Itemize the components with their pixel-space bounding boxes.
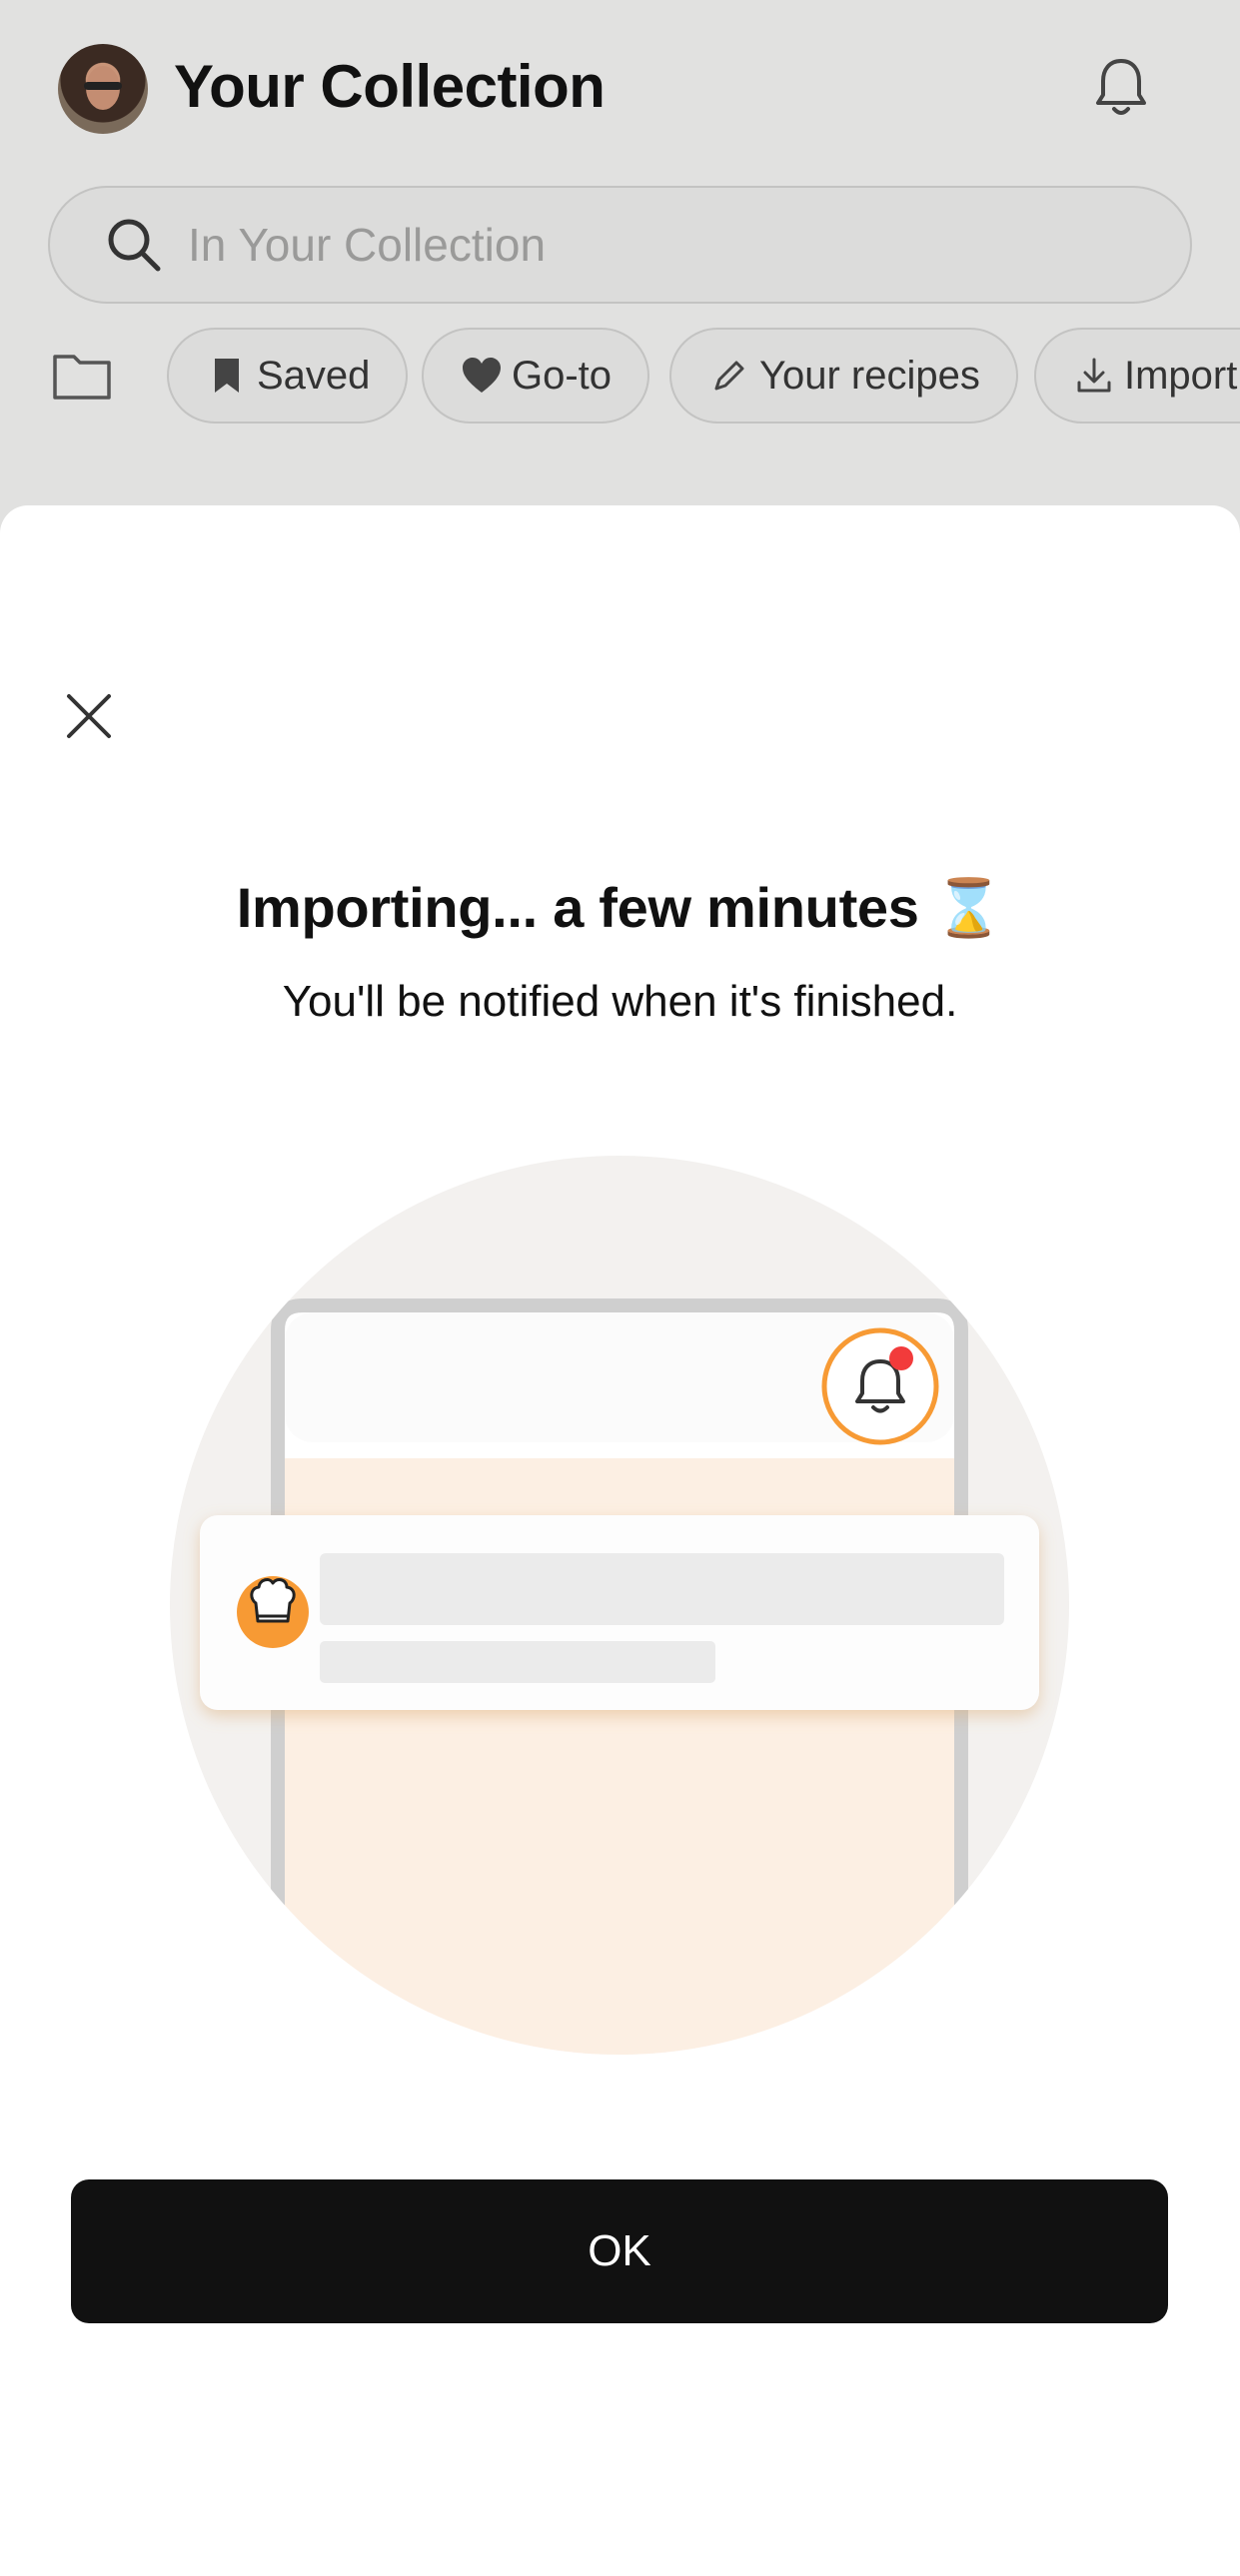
ok-button[interactable]: OK [71,2179,1168,2323]
bell-icon [1096,59,1146,115]
heart-icon [460,354,504,398]
app-header: Your Collection Saved [0,0,1240,449]
chip-saved[interactable]: Saved [167,328,409,424]
pencil-icon [707,354,751,398]
close-icon [67,694,111,738]
chip-go-to[interactable]: Go-to [422,328,650,424]
search-icon [102,213,166,277]
chip-import[interactable]: Import [1034,328,1240,424]
avatar[interactable] [58,44,148,134]
folder-icon [53,355,111,400]
chip-label: Import [1124,353,1238,398]
chip-label: Saved [257,353,371,398]
chip-label: Go-to [512,353,613,398]
chip-label: Your recipes [759,353,980,398]
chip-your-recipes[interactable]: Your recipes [669,328,1018,424]
avatar-glasses [84,82,122,90]
sheet-subtitle: You'll be notified when it's finished. [282,977,958,1026]
bookmark-icon [205,354,249,398]
import-status-sheet: Importing... a few minutes ⌛ You'll be n… [0,505,1240,2576]
folder-button[interactable] [52,346,112,406]
close-button[interactable] [60,687,118,745]
filter-chips-row: Saved Go-to Your recipes Import [0,328,1240,424]
notification-illustration [170,1156,1069,2055]
page-title: Your Collection [174,53,606,120]
notifications-button[interactable] [1089,52,1153,124]
chef-hat-icon [250,1578,296,1623]
search-input[interactable] [188,218,1087,272]
search-bar[interactable] [48,186,1192,304]
sheet-title: Importing... a few minutes ⌛ [236,876,1004,939]
download-icon [1072,354,1116,398]
